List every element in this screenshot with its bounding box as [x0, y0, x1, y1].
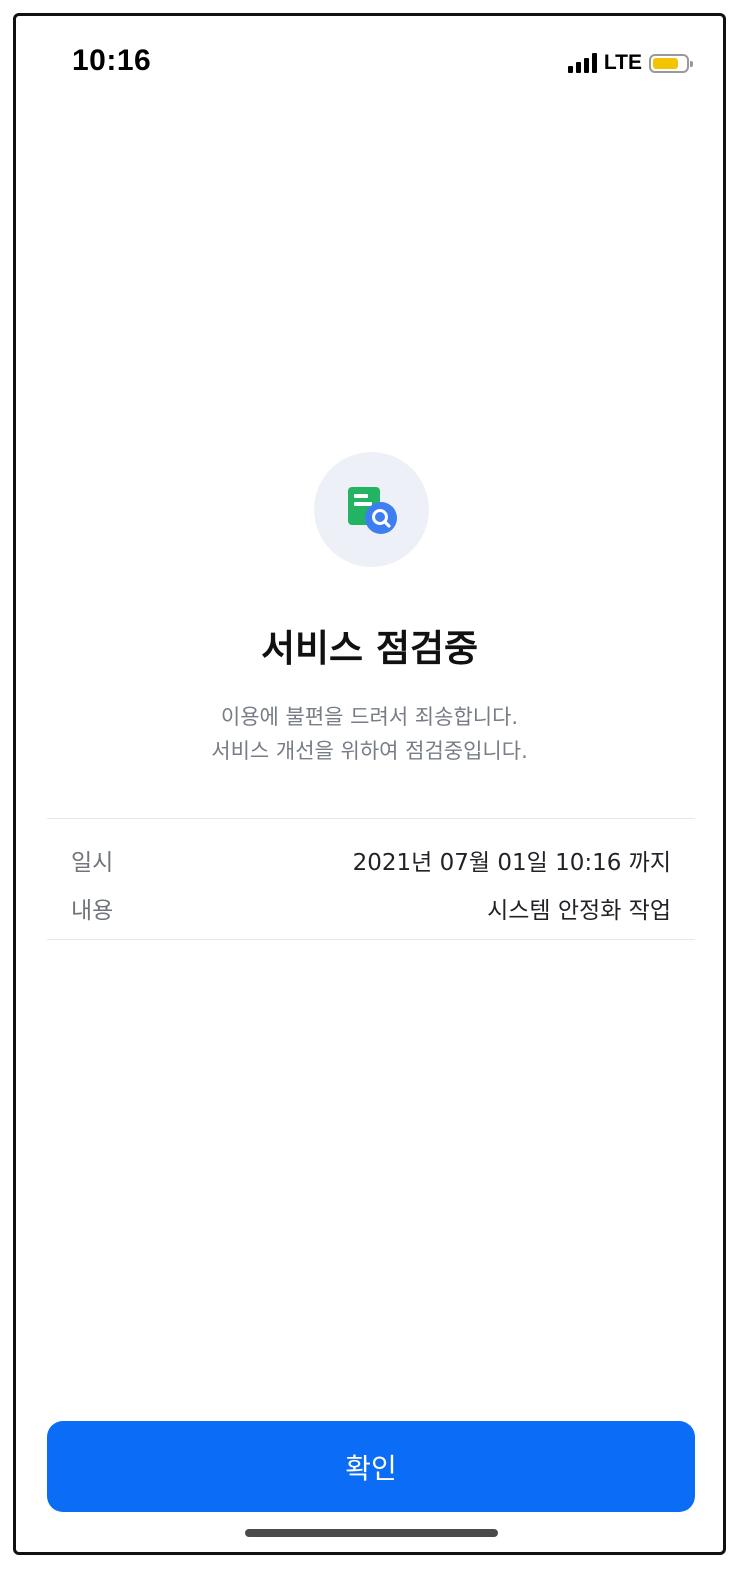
phone-screen: 10:16 LTE 서비스 점검중 이용에 불편을 드려서 죄송합니다. 서비스… [13, 13, 726, 1555]
status-indicators: LTE [567, 51, 693, 75]
home-indicator[interactable] [245, 1529, 498, 1537]
document-search-icon [348, 487, 397, 534]
description-line-1: 이용에 불편을 드려서 죄송합니다. [220, 705, 519, 729]
network-type: LTE [603, 51, 642, 74]
status-bar: 10:16 LTE [16, 16, 723, 116]
page-title: 서비스 점검중 [260, 627, 479, 670]
status-time: 10:16 [72, 44, 152, 77]
info-label: 내용 [71, 898, 114, 924]
description-line-2: 서비스 개선을 위하여 점검중입니다. [211, 739, 528, 763]
info-row-content: 내용 시스템 안정화 작업 [71, 891, 671, 925]
info-row-datetime: 일시 2021년 07월 01일 10:16 까지 [71, 843, 671, 877]
confirm-button[interactable]: 확인 [47, 1421, 695, 1512]
info-label: 일시 [71, 850, 114, 876]
battery-icon [649, 53, 693, 73]
signal-bars-icon [567, 53, 597, 73]
maintenance-info: 일시 2021년 07월 01일 10:16 까지 내용 시스템 안정화 작업 [47, 818, 695, 940]
info-value: 시스템 안정화 작업 [487, 898, 671, 924]
info-value: 2021년 07월 01일 10:16 까지 [352, 850, 671, 876]
maintenance-icon-badge [314, 452, 429, 567]
